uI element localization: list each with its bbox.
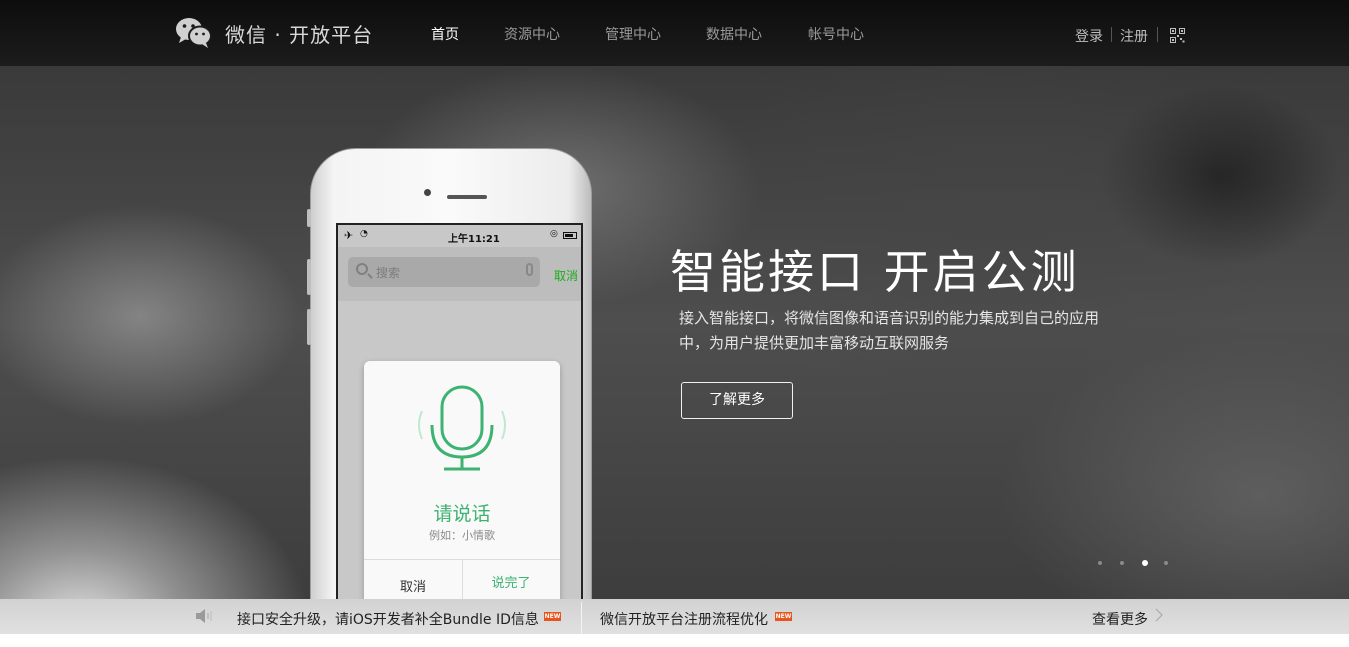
announcement-bar: 接口安全升级，请iOS开发者补全Bundle ID信息 NEW 微信开放平台注册… [0,599,1349,634]
phone-side-button [307,309,311,345]
new-badge: NEW [775,612,792,621]
phone-side-button [307,209,311,227]
learn-more-button[interactable]: 了解更多 [681,382,793,419]
phone-search-row: 搜索 取消 [338,247,581,301]
view-more-link[interactable]: 查看更多 [1092,609,1148,629]
airplane-icon: ✈ [344,229,354,242]
hero-title: 智能接口 开启公测 [670,245,1080,299]
status-time: 上午11:21 [448,234,500,245]
search-icon [356,263,368,275]
voice-done-button: 说完了 [491,576,531,591]
speaker-icon [196,609,212,623]
phone-search-placeholder: 搜索 [376,266,401,280]
phone-screen: ✈ ◔ 上午11:21 ◎ 搜索 取消 请说话 例如：小情歌 取消 说完了 [336,223,583,634]
qrcode-icon[interactable] [1170,28,1185,43]
phone-speaker [447,195,487,199]
nav-item-resource-center[interactable]: 资源中心 [504,24,560,44]
carousel-dot-1[interactable] [1098,561,1102,565]
wifi-icon: ◔ [360,229,368,239]
voice-cancel-button: 取消 [399,580,426,595]
new-badge: NEW [544,612,561,621]
nav-item-management-center[interactable]: 管理中心 [605,24,661,44]
carousel-dot-4[interactable] [1164,561,1168,565]
carousel-dot-2[interactable] [1120,561,1124,565]
phone-search-cancel: 取消 [554,269,579,283]
account-divider [1157,27,1158,42]
nav-item-home[interactable]: 首页 [431,24,459,44]
site-logo[interactable]: 微信 · 开放平台 [175,16,373,50]
orientation-lock-icon: ◎ [550,229,558,239]
carousel-dot-3[interactable] [1142,560,1148,566]
chevron-right-icon[interactable] [1154,608,1164,622]
login-link[interactable]: 登录 [1075,26,1103,46]
voice-input-dialog: 请说话 例如：小情歌 取消 说完了 [364,361,560,610]
logo-text: 微信 · 开放平台 [225,22,374,47]
news-item-1[interactable]: 接口安全升级，请iOS开发者补全Bundle ID信息 [237,609,539,629]
wechat-logo-icon [176,18,212,48]
hero-description: 接入智能接口，将微信图像和语音识别的能力集成到自己的应用中，为用户提供更加丰富移… [679,309,1100,352]
nav-item-data-center[interactable]: 数据中心 [706,24,762,44]
account-divider [1111,27,1112,42]
microphone-icon [526,263,533,276]
news-item-2[interactable]: 微信开放平台注册流程优化 [600,609,768,629]
phone-mockup: ✈ ◔ 上午11:21 ◎ 搜索 取消 请说话 例如：小情歌 取消 说完了 [307,148,592,634]
register-link[interactable]: 注册 [1120,26,1148,46]
voice-prompt: 请说话 [433,503,491,525]
news-divider [581,602,582,634]
phone-search-box: 搜索 [348,257,540,287]
phone-side-button [307,259,311,295]
voice-example: 例如：小情歌 [429,529,495,542]
nav-item-account-center[interactable]: 帐号中心 [808,24,864,44]
battery-icon [563,232,577,239]
top-navigation-bar: 微信 · 开放平台 首页 资源中心 管理中心 数据中心 帐号中心 登录 注册 [0,0,1349,66]
phone-status-bar: ✈ ◔ 上午11:21 ◎ [338,225,581,247]
microphone-icon [418,385,506,471]
phone-camera [424,189,431,196]
hero-banner: ✈ ◔ 上午11:21 ◎ 搜索 取消 请说话 例如：小情歌 取消 说完了 智能… [0,66,1349,634]
